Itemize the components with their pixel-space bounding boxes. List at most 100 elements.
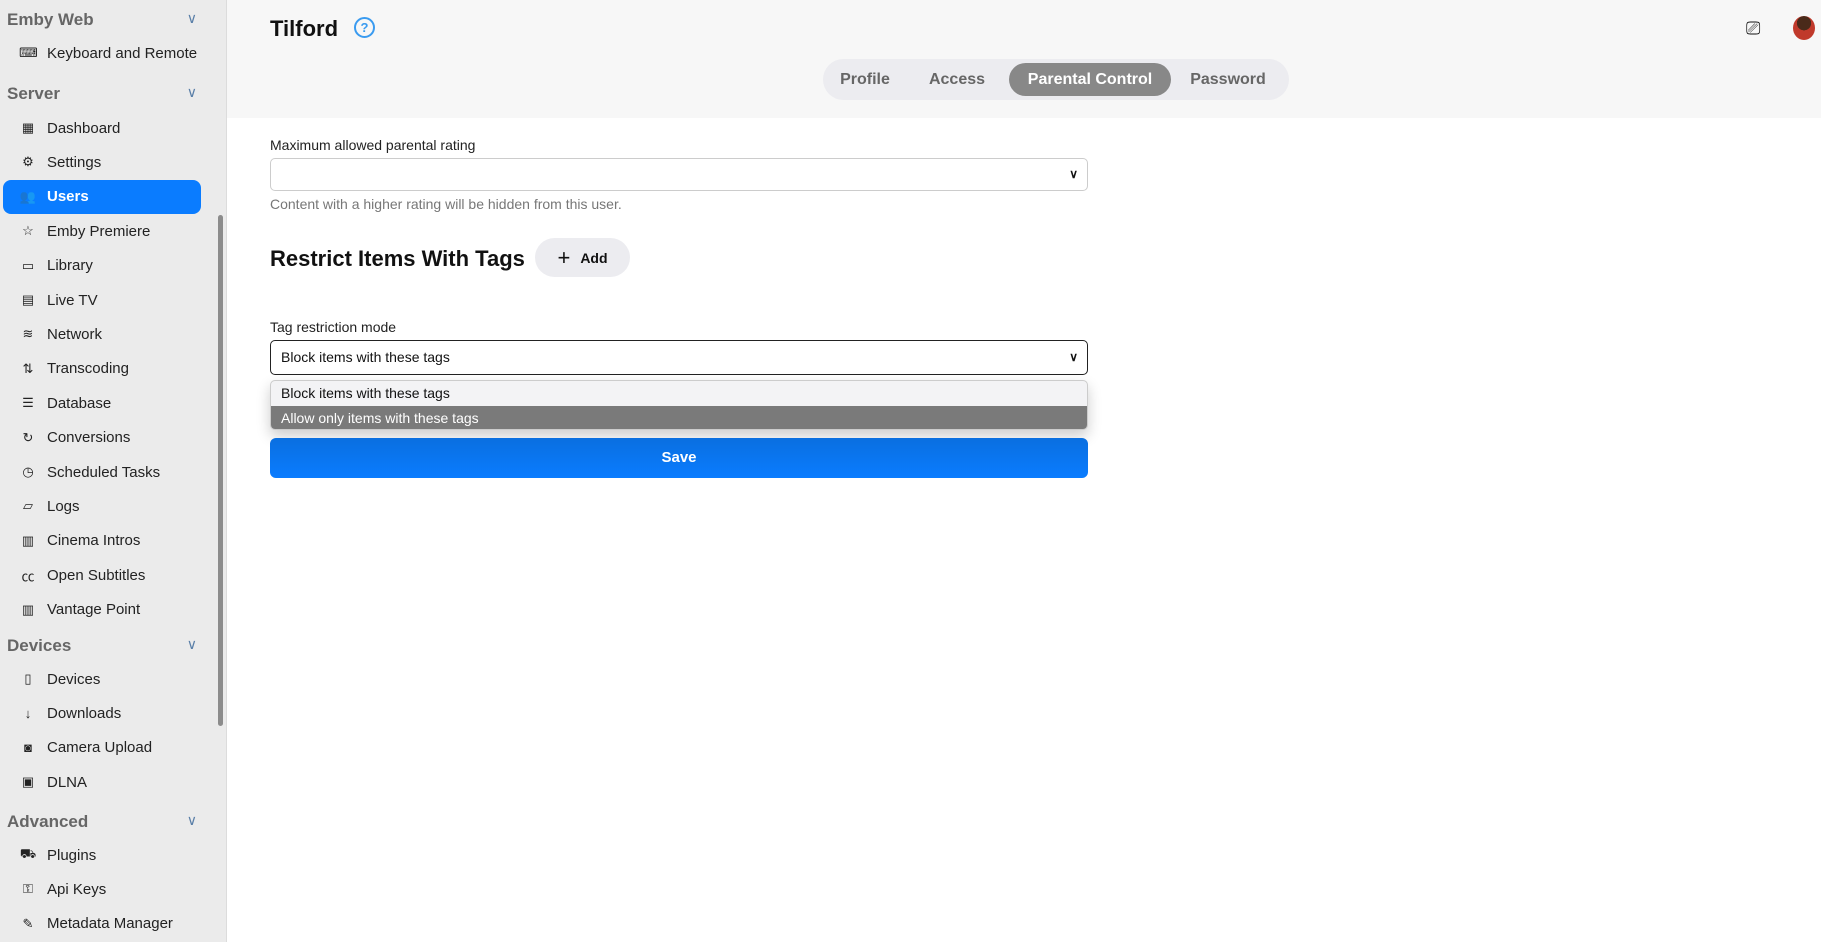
rating-label: Maximum allowed parental rating: [270, 137, 476, 153]
chevron-down-icon[interactable]: ∨: [187, 812, 197, 829]
wifi-icon: ≋: [22, 326, 34, 342]
sidebar: Emby Web ∨ ⌨ Keyboard and Remote Server ∨ ▦ Das…: [0, 0, 227, 942]
avatar[interactable]: [1793, 16, 1815, 40]
sidebar-item-users[interactable]: 👥 Users: [3, 179, 201, 214]
tags-heading: Restrict Items With Tags: [270, 246, 525, 271]
sidebar-item-keyboard-and-remote[interactable]: ⌨ Keyboard and Remote: [3, 36, 201, 70]
cc-icon: ㏄: [21, 568, 35, 584]
sidebar-item-label: Cinema Intros: [47, 532, 141, 550]
sidebar-item-label: Emby Premiere: [47, 222, 151, 240]
mode-value: Block items with these tags: [281, 349, 450, 365]
rating-hint: Content with a higher rating will be hid…: [270, 196, 622, 212]
sidebar-item-open-subtitles[interactable]: ㏄ Open Subtitles: [3, 558, 201, 592]
sidebar-item-label: Users: [47, 188, 89, 206]
option-allow-only[interactable]: Allow only items with these tags: [271, 406, 1087, 429]
help-icon[interactable]: ?: [354, 17, 375, 38]
sidebar-item-label: Transcoding: [47, 360, 129, 378]
add-label: Add: [580, 249, 608, 266]
chevron-down-icon: ∨: [1069, 350, 1078, 364]
gear-icon: ⚙: [22, 154, 34, 170]
add-tag-button[interactable]: + Add: [535, 238, 630, 277]
download-icon: ↓: [24, 705, 32, 721]
page-title: Tilford: [270, 16, 339, 41]
transcode-icon: ⇅: [22, 360, 34, 376]
sidebar-item-label: Logs: [47, 497, 80, 515]
tab-bar: Profile Access Parental Control Password: [823, 59, 1289, 100]
sidebar-item-label: Keyboard and Remote: [47, 44, 198, 62]
sidebar-item-vantage-point[interactable]: ▥ Vantage Point: [3, 593, 201, 627]
section-title: Advanced: [7, 812, 89, 831]
sidebar-item-camera-upload[interactable]: ◙ Camera Upload: [3, 731, 201, 765]
sidebar-item-label: Network: [47, 325, 103, 343]
sidebar-item-api-keys[interactable]: ⚿ Api Keys: [3, 872, 201, 906]
sidebar-item-devices[interactable]: ▯ Devices: [3, 662, 201, 696]
keyboard-icon: ⌨: [19, 45, 38, 60]
section-header-server[interactable]: Server ∨: [7, 84, 197, 104]
section-header-devices[interactable]: Devices ∨: [7, 636, 197, 656]
sidebar-item-label: Library: [47, 257, 93, 275]
section-title: Devices: [7, 636, 72, 655]
sidebar-item-label: Vantage Point: [47, 601, 141, 619]
sidebar-item-plugins[interactable]: ⛟ Plugins: [3, 838, 201, 872]
sidebar-item-label: Live TV: [47, 291, 98, 309]
film-icon: ▥: [21, 601, 35, 617]
sidebar-item-label: Dashboard: [47, 119, 121, 137]
cast-icon[interactable]: ⎚: [1746, 18, 1760, 39]
sidebar-item-scheduled-tasks[interactable]: ◷ Scheduled Tasks: [3, 455, 201, 489]
sidebar-item-dashboard[interactable]: ▦ Dashboard: [3, 111, 201, 145]
sidebar-item-label: Open Subtitles: [47, 566, 146, 584]
sidebar-item-label: Downloads: [47, 704, 122, 722]
section-header-emby-web[interactable]: Emby Web ∨: [7, 10, 197, 30]
sidebar-item-label: Conversions: [47, 429, 131, 447]
clock-icon: ◷: [22, 464, 34, 479]
section-header-advanced[interactable]: Advanced ∨: [7, 812, 197, 832]
save-button[interactable]: Save: [270, 438, 1088, 478]
key-icon: ⚿: [23, 881, 33, 897]
sidebar-item-network[interactable]: ≋ Network: [3, 317, 201, 351]
sidebar-item-settings[interactable]: ⚙ Settings: [3, 145, 201, 179]
sidebar-item-label: DLNA: [47, 773, 88, 791]
tv-icon: ▤: [21, 292, 35, 307]
tab-access[interactable]: Access: [907, 63, 1007, 96]
sidebar-item-label: Metadata Manager: [47, 915, 173, 933]
mode-dropdown: Block items with these tags Allow only i…: [270, 380, 1088, 430]
sidebar-scrollbar[interactable]: [218, 215, 223, 726]
rating-select[interactable]: ∨: [270, 158, 1088, 191]
sidebar-item-dlna[interactable]: ▣ DLNA: [3, 765, 201, 799]
cart-icon: ⛟: [19, 846, 37, 861]
sidebar-item-label: Devices: [47, 670, 101, 688]
option-block[interactable]: Block items with these tags: [271, 381, 1087, 406]
sidebar-item-library[interactable]: ▭ Library: [3, 249, 201, 283]
mode-select[interactable]: Block items with these tags ∨: [270, 340, 1088, 375]
sidebar-item-conversions[interactable]: ↻ Conversions: [3, 421, 201, 455]
sidebar-item-label: Database: [47, 394, 112, 412]
chevron-down-icon[interactable]: ∨: [187, 636, 197, 653]
sidebar-item-database[interactable]: ☰ Database: [3, 386, 201, 420]
film-icon: ▥: [21, 532, 35, 548]
dashboard-icon: ▦: [21, 120, 35, 135]
section-title: Emby Web: [7, 10, 94, 29]
mode-label: Tag restriction mode: [270, 319, 397, 335]
chevron-down-icon[interactable]: ∨: [187, 84, 197, 101]
sidebar-item-transcoding[interactable]: ⇅ Transcoding: [3, 352, 201, 386]
sync-icon: ↻: [22, 429, 34, 445]
sidebar-item-logs[interactable]: ▱ Logs: [3, 489, 201, 523]
tab-password[interactable]: Password: [1173, 63, 1283, 96]
database-icon: ☰: [22, 395, 34, 411]
tab-profile[interactable]: Profile: [823, 63, 907, 96]
chevron-down-icon[interactable]: ∨: [187, 10, 197, 27]
sidebar-item-label: Scheduled Tasks: [47, 463, 161, 481]
plus-icon: +: [557, 244, 571, 270]
tab-parental-control[interactable]: Parental Control: [1009, 63, 1171, 96]
dlna-icon: ▣: [21, 774, 35, 790]
sidebar-item-metadata-manager[interactable]: ✎ Metadata Manager: [3, 907, 201, 941]
sidebar-item-cinema-intros[interactable]: ▥ Cinema Intros: [3, 524, 201, 558]
chevron-down-icon: ∨: [1069, 167, 1078, 181]
sidebar-item-label: Plugins: [47, 846, 97, 864]
section-title: Server: [7, 84, 60, 103]
camera-icon: ◙: [24, 740, 32, 756]
pencil-icon: ✎: [22, 915, 34, 931]
sidebar-item-live-tv[interactable]: ▤ Live TV: [3, 283, 201, 317]
sidebar-item-emby-premiere[interactable]: ☆ Emby Premiere: [3, 214, 201, 248]
sidebar-item-downloads[interactable]: ↓ Downloads: [3, 696, 201, 730]
